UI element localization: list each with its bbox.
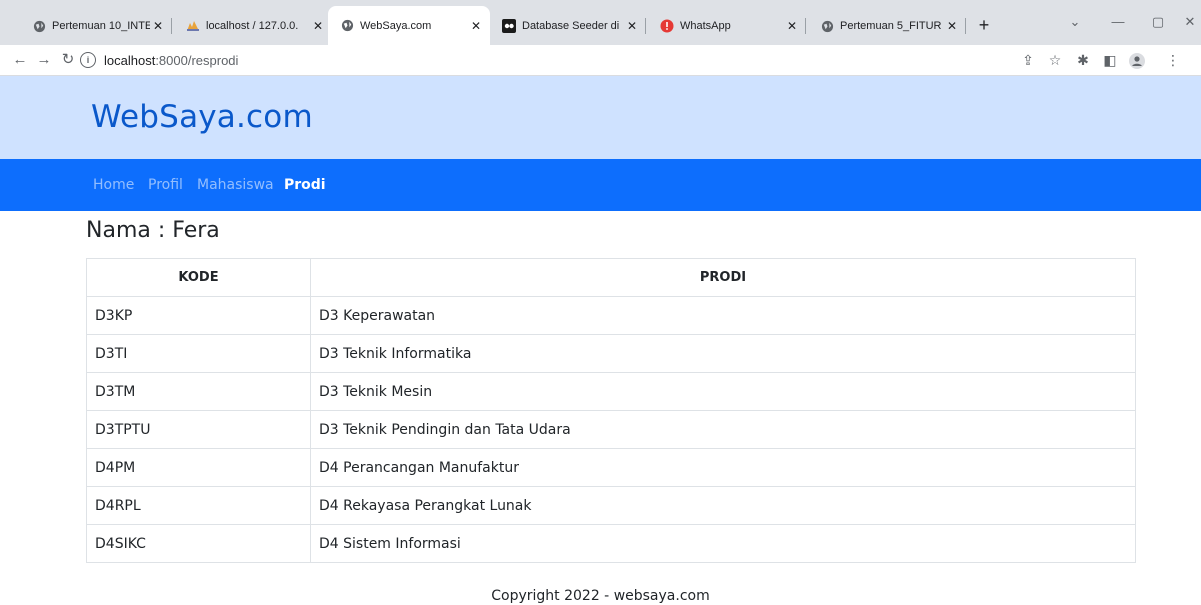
table-row: D4RPL D4 Rekayasa Perangkat Lunak bbox=[86, 486, 1136, 525]
tab-title: Pertemuan 5_FITUR bbox=[840, 20, 942, 32]
tab-websaya[interactable]: WebSaya.com ✕ bbox=[328, 6, 490, 45]
tab-phpmyadmin[interactable]: localhost / 127.0.0. ✕ bbox=[174, 10, 332, 42]
url-path: :8000/resprodi bbox=[155, 52, 239, 68]
close-window-button[interactable]: ✕ bbox=[1170, 10, 1201, 34]
cell-prodi: D3 Teknik Pendingin dan Tata Udara bbox=[310, 410, 1136, 449]
tab-title: WebSaya.com bbox=[360, 19, 432, 32]
new-tab-button[interactable]: + bbox=[972, 13, 996, 37]
table-row: D4SIKC D4 Sistem Informasi bbox=[86, 524, 1136, 563]
globe-icon bbox=[820, 19, 834, 33]
close-icon[interactable]: ✕ bbox=[310, 18, 326, 34]
close-icon[interactable]: ✕ bbox=[468, 18, 484, 34]
cell-prodi: D3 Teknik Mesin bbox=[310, 372, 1136, 411]
table-header-row: KODE PRODI bbox=[86, 258, 1136, 297]
nav-mahasiswa[interactable]: Mahasiswa bbox=[197, 177, 274, 193]
reload-icon[interactable]: ↻ bbox=[58, 50, 78, 70]
nav-home[interactable]: Home bbox=[93, 177, 134, 193]
cell-prodi: D4 Perancangan Manufaktur bbox=[310, 448, 1136, 487]
cell-kode: D3TI bbox=[86, 334, 311, 373]
menu-kebab-icon[interactable]: ⋮ bbox=[1162, 50, 1184, 70]
table-row: D3TM D3 Teknik Mesin bbox=[86, 372, 1136, 411]
minimize-button[interactable]: — bbox=[1098, 10, 1138, 34]
cell-kode: D3KP bbox=[86, 296, 311, 335]
site-header: WebSaya.com bbox=[0, 76, 1201, 159]
phpmyadmin-icon bbox=[186, 19, 200, 33]
tab-title: Database Seeder di bbox=[522, 20, 620, 32]
url-host: localhost bbox=[104, 52, 156, 68]
side-panel-icon[interactable]: ◧ bbox=[1099, 50, 1121, 70]
table-row: D3TPTU D3 Teknik Pendingin dan Tata Udar… bbox=[86, 410, 1136, 449]
tab-whatsapp[interactable]: WhatsApp ✕ bbox=[648, 10, 806, 42]
address-bar[interactable]: i localhost:8000/resprodi bbox=[80, 47, 1090, 73]
browser-tab-strip: Pertemuan 10_INTE ✕ localhost / 127.0.0.… bbox=[0, 0, 1201, 45]
tab-pertemuan-5[interactable]: Pertemuan 5_FITUR ✕ bbox=[808, 10, 966, 42]
site-brand[interactable]: WebSaya.com bbox=[91, 99, 313, 135]
cell-prodi: D4 Sistem Informasi bbox=[310, 524, 1136, 563]
tab-title: WhatsApp bbox=[680, 20, 731, 32]
nav-prodi[interactable]: Prodi bbox=[284, 177, 326, 193]
page-footer: Copyright 2022 - websaya.com bbox=[491, 588, 710, 604]
close-icon[interactable]: ✕ bbox=[624, 18, 640, 34]
cell-kode: D4PM bbox=[86, 448, 311, 487]
bookmark-star-icon[interactable]: ☆ bbox=[1044, 50, 1066, 70]
column-header-prodi: PRODI bbox=[310, 258, 1136, 297]
extensions-icon[interactable]: ✱ bbox=[1072, 50, 1094, 70]
site-info-icon[interactable]: i bbox=[80, 52, 96, 68]
cell-prodi: D4 Rekayasa Perangkat Lunak bbox=[310, 486, 1136, 525]
prodi-table: KODE PRODI D3KP D3 Keperawatan D3TI D3 T… bbox=[86, 258, 1136, 563]
tab-search-icon[interactable]: ⌄ bbox=[1055, 10, 1095, 34]
tab-title: Pertemuan 10_INTE bbox=[52, 20, 150, 32]
tab-title: localhost / 127.0.0. bbox=[206, 20, 299, 32]
tab-pertemuan-10[interactable]: Pertemuan 10_INTE ✕ bbox=[20, 10, 172, 42]
whatsapp-icon bbox=[660, 19, 674, 33]
nav-profil[interactable]: Profil bbox=[148, 177, 183, 193]
table-row: D3TI D3 Teknik Informatika bbox=[86, 334, 1136, 373]
profile-avatar-icon[interactable] bbox=[1126, 50, 1148, 70]
cell-kode: D3TPTU bbox=[86, 410, 311, 449]
back-icon[interactable]: ← bbox=[10, 50, 30, 70]
close-icon[interactable]: ✕ bbox=[150, 18, 166, 34]
tab-database-seeder[interactable]: Database Seeder di ✕ bbox=[490, 10, 646, 42]
share-icon[interactable]: ⇪ bbox=[1017, 50, 1039, 70]
main-navbar: Home Profil Mahasiswa Prodi bbox=[0, 159, 1201, 211]
cell-prodi: D3 Keperawatan bbox=[310, 296, 1136, 335]
forward-icon[interactable]: → bbox=[34, 50, 54, 70]
app-icon bbox=[502, 19, 516, 33]
cell-kode: D4RPL bbox=[86, 486, 311, 525]
globe-icon bbox=[340, 19, 354, 33]
cell-prodi: D3 Teknik Informatika bbox=[310, 334, 1136, 373]
globe-icon bbox=[32, 19, 46, 33]
cell-kode: D3TM bbox=[86, 372, 311, 411]
browser-toolbar: ← → ↻ i localhost:8000/resprodi ⇪ ☆ ✱ ◧ … bbox=[0, 45, 1201, 76]
page-heading: Nama : Fera bbox=[86, 218, 220, 243]
cell-kode: D4SIKC bbox=[86, 524, 311, 563]
table-row: D4PM D4 Perancangan Manufaktur bbox=[86, 448, 1136, 487]
table-row: D3KP D3 Keperawatan bbox=[86, 296, 1136, 335]
close-icon[interactable]: ✕ bbox=[944, 18, 960, 34]
close-icon[interactable]: ✕ bbox=[784, 18, 800, 34]
column-header-kode: KODE bbox=[86, 258, 311, 297]
